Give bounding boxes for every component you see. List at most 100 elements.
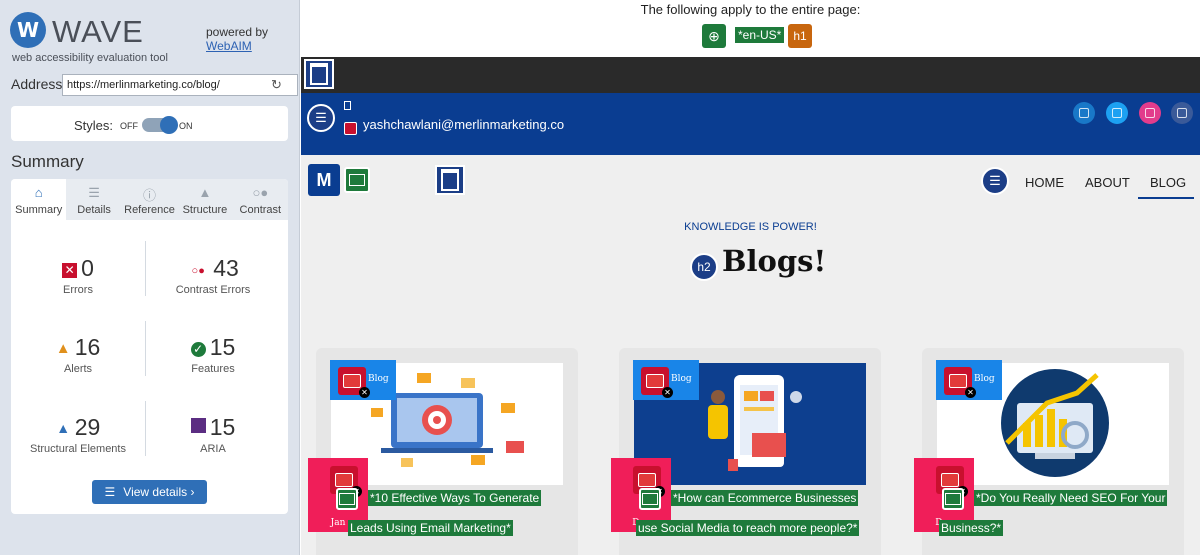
tab-bar: ⌂ Summary ☰ Details ⓘ Reference ▲ Struct… [11, 179, 288, 220]
category-badge[interactable]: ✕ Blog [936, 360, 1002, 400]
linkedin-icon[interactable] [1171, 102, 1193, 124]
image-alt-icon[interactable] [942, 488, 964, 510]
alert-icon: ▲ [55, 340, 71, 357]
styles-toggle[interactable] [142, 116, 178, 134]
contrast-error-icon[interactable]: ✕ [944, 367, 976, 398]
card-title-line-1[interactable]: *How can Ecommerce Businesses [671, 490, 859, 506]
wave-logo-icon: W [10, 12, 46, 48]
skip-strip [301, 57, 1200, 93]
info-icon: ⓘ [143, 188, 157, 203]
stat-features[interactable]: ✓ 15 Features [146, 334, 280, 375]
close-icon: ✕ [662, 387, 673, 398]
features-count: 15 [209, 334, 236, 360]
card-title-line-1[interactable]: *10 Effective Ways To Generate [368, 490, 542, 506]
phone-icon [344, 101, 351, 110]
blog-card[interactable]: ✕ Blog ✕ Jan *10 Effective Ways To Gener… [308, 348, 578, 555]
tab-label: Structure [182, 204, 228, 216]
page-level-bar: The following apply to the entire page: … [301, 0, 1200, 57]
contrast-label: Contrast Errors [175, 284, 251, 296]
home-icon: ⌂ [34, 185, 43, 200]
card-title-line-2[interactable]: use Social Media to reach more people?* [636, 520, 860, 536]
toggle-knob [160, 116, 178, 134]
active-nav-indicator [1138, 197, 1194, 199]
summary-title: Summary [11, 152, 84, 171]
blog-card[interactable]: ✕ Blog ✕ Dec *Do You Really Need SEO For… [914, 348, 1184, 555]
powered-by-text: powered by [206, 25, 269, 39]
tab-summary[interactable]: ⌂ Summary [11, 179, 67, 220]
tab-contrast[interactable]: ○● Contrast [233, 179, 288, 220]
image-alt-icon[interactable] [639, 488, 661, 510]
language-icon[interactable]: ⊕ [702, 24, 726, 48]
aria-icon[interactable] [435, 165, 465, 195]
image-alt-icon[interactable] [344, 167, 370, 193]
webaim-link[interactable]: WebAIM [206, 39, 268, 53]
feature-icon: ✓ [190, 342, 206, 357]
list-structure-icon[interactable] [307, 104, 335, 132]
nav-structure-icon[interactable] [981, 167, 1009, 195]
page-title: Blogs! [722, 244, 827, 278]
blog-card[interactable]: ✕ Blog ✕ Dec *How can Ecommerce Business… [611, 348, 881, 555]
site-topbar: yashchawlani@merlinmarketing.co [301, 93, 1200, 155]
h2-icon[interactable]: h2 [690, 253, 718, 281]
apply-text: The following apply to the entire page: [640, 2, 861, 17]
nav-about[interactable]: ABOUT [1085, 175, 1130, 190]
contrast-error-icon[interactable]: ✕ [641, 367, 673, 398]
twitter-icon[interactable] [1106, 102, 1128, 124]
wave-header: W WAVE web accessibility evaluation tool… [10, 12, 290, 64]
summary-panel: ⌂ Summary ☰ Details ⓘ Reference ▲ Struct… [11, 179, 288, 514]
contrast-error-icon[interactable]: ✕ [338, 367, 370, 398]
stat-errors[interactable]: ✕ 0 Errors [11, 255, 145, 296]
nav-home[interactable]: HOME [1025, 175, 1064, 190]
styles-off-label: OFF [120, 121, 138, 131]
wave-sidebar: W WAVE web accessibility evaluation tool… [0, 0, 300, 555]
close-icon: ✕ [965, 387, 976, 398]
wave-name: WAVE [52, 14, 144, 49]
styles-on-label: ON [179, 121, 193, 131]
stat-alerts[interactable]: ▲ 16 Alerts [11, 334, 145, 375]
aria-icon[interactable] [304, 59, 334, 89]
page-preview: The following apply to the entire page: … [301, 0, 1200, 555]
tab-structure[interactable]: ▲ Structure [177, 179, 232, 220]
tab-details[interactable]: ☰ Details [66, 179, 121, 220]
address-input[interactable]: https://merlinmarketing.co/blog/ [62, 74, 298, 96]
address-label: Address: [11, 76, 67, 92]
list-icon: ☰ [104, 485, 116, 499]
view-details-label: View details › [123, 485, 195, 499]
styles-label: Styles: [74, 118, 114, 133]
category-badge[interactable]: ✕ Blog [633, 360, 699, 400]
card-title-line-2[interactable]: Business?* [939, 520, 1004, 536]
contrast-count: 43 [213, 255, 239, 281]
tab-label: Reference [124, 204, 175, 216]
h1-alert-icon[interactable]: h1 [788, 24, 812, 48]
error-icon: ✕ [62, 263, 78, 278]
stat-structural[interactable]: ▲ 29 Structural Elements [11, 414, 145, 455]
alerts-count: 16 [74, 334, 101, 360]
category-label: Blog [974, 374, 995, 384]
lang-tag: *en-US* [735, 27, 785, 43]
structural-count: 29 [74, 414, 101, 440]
kicker-text: KNOWLEDGE IS POWER! [684, 221, 817, 233]
email-error-icon[interactable] [344, 122, 357, 135]
tab-label: Contrast [239, 204, 282, 216]
image-alt-icon[interactable] [336, 488, 358, 510]
card-title-line-2[interactable]: Leads Using Email Marketing* [348, 520, 513, 536]
email-text[interactable]: yashchawlani@merlinmarketing.co [363, 117, 564, 132]
tab-reference[interactable]: ⓘ Reference [122, 179, 177, 220]
reload-icon[interactable]: ↻ [271, 77, 282, 93]
address-row: Address: https://merlinmarketing.co/blog… [10, 74, 298, 96]
category-badge[interactable]: ✕ Blog [330, 360, 396, 400]
facebook-icon[interactable] [1073, 102, 1095, 124]
errors-count: 0 [81, 255, 94, 281]
contrast-icon: ○● [252, 185, 269, 200]
nav-blog[interactable]: BLOG [1150, 175, 1186, 190]
stat-contrast-errors[interactable]: ○● 43 Contrast Errors [146, 255, 280, 296]
structure-icon: ▲ [198, 185, 212, 200]
close-icon: ✕ [359, 387, 370, 398]
aria-count: 15 [209, 414, 236, 440]
stat-aria[interactable]: 15 ARIA [146, 414, 280, 455]
instagram-icon[interactable] [1139, 102, 1161, 124]
tab-label: Details [77, 204, 111, 216]
view-details-button[interactable]: ☰ View details › [92, 480, 207, 504]
site-logo-icon[interactable]: M [308, 164, 340, 196]
card-title-line-1[interactable]: *Do You Really Need SEO For Your [974, 490, 1168, 506]
